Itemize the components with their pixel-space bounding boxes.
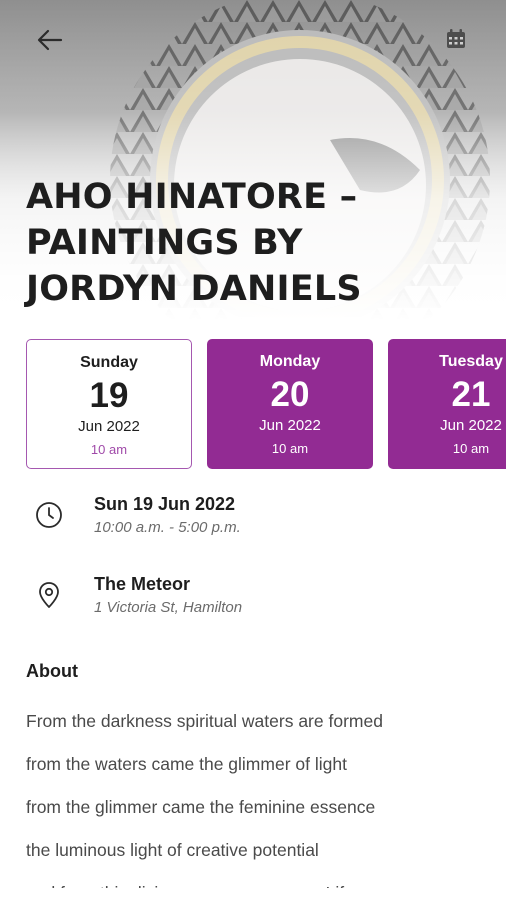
date-time: 10 am <box>271 441 309 456</box>
date-day: 20 <box>270 375 310 414</box>
about-line: from the waters came the glimmer of ligh… <box>26 754 347 774</box>
event-location-row[interactable]: The Meteor 1 Victoria St, Hamilton <box>0 574 506 626</box>
calendar-icon <box>447 29 465 48</box>
date-weekday: Tuesday <box>439 353 503 370</box>
date-weekday: Sunday <box>80 354 138 371</box>
about-description: From the darkness spiritual waters are f… <box>26 700 496 888</box>
date-time: 10 am <box>90 442 128 457</box>
date-day: 21 <box>451 375 491 414</box>
map-pin-icon <box>39 582 59 608</box>
date-month-year: Jun 2022 <box>78 418 140 435</box>
date-card-sunday[interactable]: Sunday 19 Jun 2022 10 am <box>26 339 192 469</box>
date-month-year: Jun 2022 <box>440 417 502 434</box>
about-line: From the darkness spiritual waters are f… <box>26 711 383 731</box>
event-title: AHO HINATORE – PAINTINGS BY JORDYN DANIE… <box>26 174 486 312</box>
date-month-year: Jun 2022 <box>259 417 321 434</box>
event-time-row: Sun 19 Jun 2022 10:00 a.m. - 5:00 p.m. <box>0 494 506 546</box>
date-weekday: Monday <box>259 353 321 370</box>
venue-address: 1 Victoria St, Hamilton <box>94 599 243 616</box>
date-card-monday[interactable]: Monday 20 Jun 2022 10 am <box>207 339 373 469</box>
arrow-left-icon <box>37 29 63 51</box>
about-heading: About <box>26 661 78 681</box>
date-selector: Sunday 19 Jun 2022 10 am Monday 20 Jun 2… <box>26 339 506 471</box>
date-day: 19 <box>89 376 129 415</box>
event-title-line: AHO HINATORE – <box>26 177 358 217</box>
date-time: 10 am <box>452 441 490 456</box>
back-button[interactable] <box>26 16 74 64</box>
event-date-text: Sun 19 Jun 2022 <box>94 494 236 514</box>
about-line: from the glimmer came the feminine essen… <box>26 797 376 817</box>
date-card-tuesday[interactable]: Tuesday 21 Jun 2022 10 am <box>388 339 506 469</box>
event-hours-text: 10:00 a.m. - 5:00 p.m. <box>94 519 241 536</box>
clock-icon <box>36 502 62 528</box>
venue-name: The Meteor <box>94 574 191 594</box>
event-title-line: PAINTINGS BY <box>26 223 303 263</box>
about-line: and from this divine essence emerges Lif… <box>26 872 496 888</box>
event-title-line: JORDYN DANIELS <box>26 269 362 309</box>
add-to-calendar-button[interactable] <box>432 15 480 63</box>
about-line: the luminous light of creative potential <box>26 840 319 860</box>
